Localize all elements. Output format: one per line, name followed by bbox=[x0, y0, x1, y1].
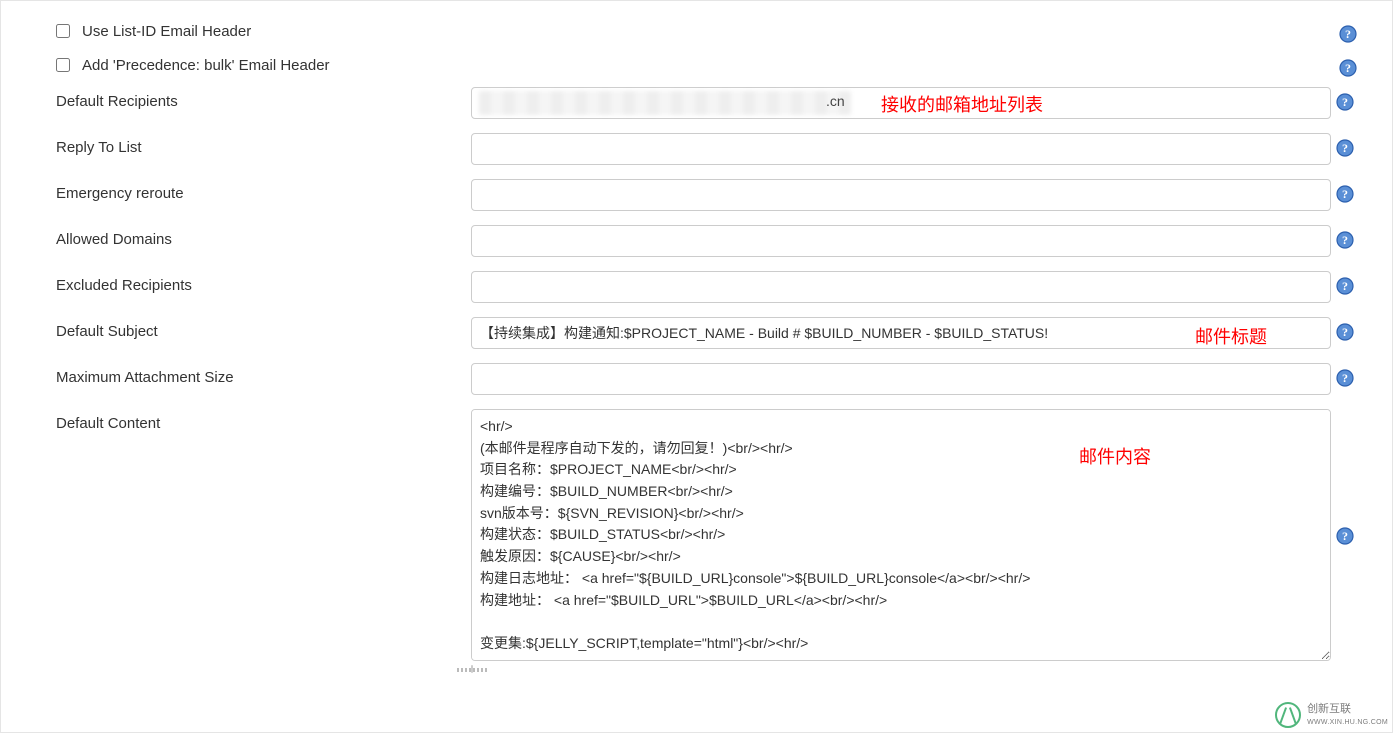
redacted-region bbox=[479, 91, 851, 115]
watermark-mark-icon bbox=[1275, 702, 1301, 728]
watermark-text: 创新互联 WWW.XIN.HU.NG.COM bbox=[1307, 703, 1388, 727]
row-allowed-domains: Allowed Domains ? bbox=[56, 225, 1362, 257]
help-icon-use-list-id[interactable]: ? bbox=[1334, 19, 1362, 43]
config-scroll-area[interactable]: Use List-ID Email Header ? Add 'Preceden… bbox=[1, 1, 1392, 732]
help-icon-emergency-reroute[interactable]: ? bbox=[1331, 179, 1359, 203]
help-icon-precedence-bulk[interactable]: ? bbox=[1334, 53, 1362, 77]
label-use-list-id: Use List-ID Email Header bbox=[82, 23, 251, 40]
help-icon-allowed-domains[interactable]: ? bbox=[1331, 225, 1359, 249]
help-icon-max-attachment-size[interactable]: ? bbox=[1331, 363, 1359, 387]
input-reply-to-list[interactable] bbox=[471, 133, 1331, 165]
row-excluded-recipients: Excluded Recipients ? bbox=[56, 271, 1362, 303]
help-icon: ? bbox=[1336, 93, 1354, 111]
svg-text:?: ? bbox=[1342, 325, 1348, 339]
label-precedence-bulk: Add 'Precedence: bulk' Email Header bbox=[82, 57, 330, 74]
svg-text:?: ? bbox=[1342, 371, 1348, 385]
checkbox-precedence-bulk[interactable] bbox=[56, 58, 70, 72]
svg-text:?: ? bbox=[1342, 233, 1348, 247]
watermark-logo: 创新互联 WWW.XIN.HU.NG.COM bbox=[1275, 702, 1388, 728]
label-reply-to-list: Reply To List bbox=[56, 133, 471, 156]
label-default-subject: Default Subject bbox=[56, 317, 471, 340]
label-emergency-reroute: Emergency reroute bbox=[56, 179, 471, 202]
help-icon-default-subject[interactable]: ? bbox=[1331, 317, 1359, 341]
help-icon: ? bbox=[1336, 277, 1354, 295]
svg-text:?: ? bbox=[1345, 27, 1351, 41]
help-icon: ? bbox=[1336, 231, 1354, 249]
label-max-attachment-size: Maximum Attachment Size bbox=[56, 363, 471, 386]
help-icon-default-content[interactable]: ? bbox=[1331, 409, 1359, 545]
help-icon: ? bbox=[1336, 139, 1354, 157]
help-icon-default-recipients[interactable]: ? bbox=[1331, 87, 1359, 111]
svg-text:?: ? bbox=[1342, 187, 1348, 201]
row-reply-to-list: Reply To List ? bbox=[56, 133, 1362, 165]
input-default-subject[interactable] bbox=[471, 317, 1331, 349]
svg-text:?: ? bbox=[1345, 61, 1351, 75]
row-default-content: Default Content 邮件内容 ? bbox=[56, 409, 1362, 673]
input-emergency-reroute[interactable] bbox=[471, 179, 1331, 211]
help-icon: ? bbox=[1339, 59, 1357, 77]
row-default-subject: Default Subject 邮件标题 ? bbox=[56, 317, 1362, 349]
help-icon: ? bbox=[1339, 25, 1357, 43]
input-max-attachment-size[interactable] bbox=[471, 363, 1331, 395]
svg-text:?: ? bbox=[1342, 279, 1348, 293]
redacted-suffix: .cn bbox=[826, 93, 845, 109]
help-icon-excluded-recipients[interactable]: ? bbox=[1331, 271, 1359, 295]
input-allowed-domains[interactable] bbox=[471, 225, 1331, 257]
row-default-recipients: Default Recipients .cn 接收的邮箱地址列表 ? bbox=[56, 87, 1362, 119]
input-excluded-recipients[interactable] bbox=[471, 271, 1331, 303]
label-default-content: Default Content bbox=[56, 409, 471, 432]
svg-text:?: ? bbox=[1342, 141, 1348, 155]
textarea-default-content[interactable] bbox=[471, 409, 1331, 661]
label-default-recipients: Default Recipients bbox=[56, 87, 471, 110]
row-precedence-bulk: Add 'Precedence: bulk' Email Header ? bbox=[56, 53, 1362, 77]
help-icon: ? bbox=[1336, 185, 1354, 203]
label-excluded-recipients: Excluded Recipients bbox=[56, 271, 471, 294]
svg-text:?: ? bbox=[1342, 529, 1348, 543]
row-emergency-reroute: Emergency reroute ? bbox=[56, 179, 1362, 211]
help-icon-reply-to-list[interactable]: ? bbox=[1331, 133, 1359, 157]
row-max-attachment-size: Maximum Attachment Size ? bbox=[56, 363, 1362, 395]
row-use-list-id: Use List-ID Email Header ? bbox=[56, 19, 1362, 43]
checkbox-use-list-id[interactable] bbox=[56, 24, 70, 38]
help-icon: ? bbox=[1336, 527, 1354, 545]
label-allowed-domains: Allowed Domains bbox=[56, 225, 471, 248]
resize-grip[interactable] bbox=[471, 665, 473, 673]
svg-text:?: ? bbox=[1342, 95, 1348, 109]
help-icon: ? bbox=[1336, 369, 1354, 387]
help-icon: ? bbox=[1336, 323, 1354, 341]
